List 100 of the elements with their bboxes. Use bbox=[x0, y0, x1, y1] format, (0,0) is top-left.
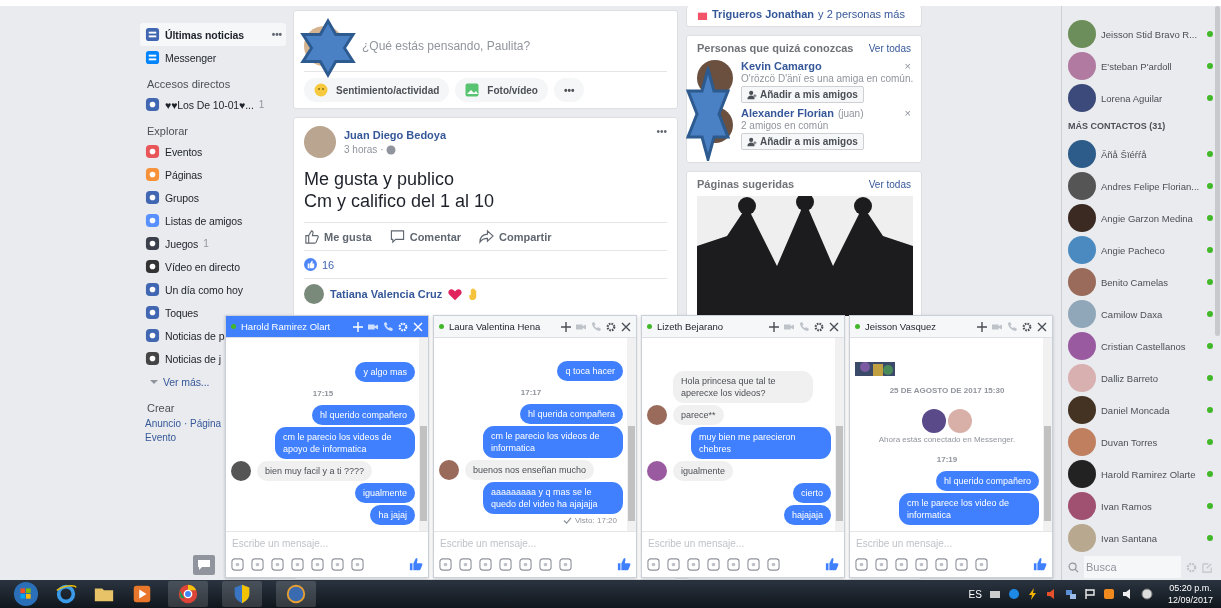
chat-title[interactable]: Harold Ramirez Olart bbox=[241, 321, 348, 332]
plus-icon[interactable] bbox=[353, 321, 363, 332]
phone-icon[interactable] bbox=[383, 321, 393, 332]
nav-item[interactable]: Páginas bbox=[140, 163, 207, 186]
chat-title[interactable]: Jeisson Vasquez bbox=[865, 321, 972, 332]
message-input[interactable]: Escribe un mensaje... bbox=[226, 531, 428, 554]
composer-button[interactable]: Foto/vídeo bbox=[455, 78, 548, 102]
close-icon[interactable] bbox=[621, 321, 631, 332]
browser-icon[interactable] bbox=[54, 583, 78, 605]
add-friend-button[interactable]: Añadir a mis amigos bbox=[741, 86, 864, 103]
shield-icon[interactable] bbox=[222, 581, 262, 607]
like-count[interactable]: 16 bbox=[322, 258, 335, 271]
start-button[interactable] bbox=[12, 580, 40, 608]
keyboard-icon[interactable] bbox=[988, 588, 1001, 600]
nav-item[interactable]: ♥♥Los De 10-01♥... 1 bbox=[140, 93, 269, 116]
others-link[interactable]: y 2 personas más bbox=[818, 8, 905, 20]
friend-link[interactable]: Trigueros Jonathan bbox=[712, 8, 815, 20]
thumbs-up-icon[interactable] bbox=[409, 557, 423, 571]
nav-item[interactable]: Toques bbox=[140, 301, 203, 324]
see-all-link[interactable]: Ver todas bbox=[868, 178, 911, 190]
scrollbar[interactable] bbox=[835, 338, 844, 531]
scrollbar[interactable] bbox=[419, 338, 428, 531]
post-action-button[interactable]: Compartir bbox=[479, 229, 552, 244]
message-input[interactable]: Escribe un mensaje... bbox=[850, 531, 1052, 554]
phone-icon[interactable] bbox=[799, 321, 809, 332]
app-icon[interactable] bbox=[276, 581, 316, 607]
nav-item[interactable]: Noticias de p bbox=[140, 324, 229, 347]
message-input[interactable]: Escribe un mensaje... bbox=[434, 531, 636, 554]
settings-icon[interactable] bbox=[814, 321, 824, 332]
nav-item[interactable]: Eventos bbox=[140, 140, 207, 163]
thumbs-up-icon[interactable] bbox=[825, 557, 839, 571]
contact-item[interactable]: Camilow Daxa bbox=[1068, 298, 1213, 330]
add-friend-button[interactable]: Añadir a mis amigos bbox=[741, 133, 864, 150]
globe-icon[interactable] bbox=[1007, 588, 1020, 600]
chat-title[interactable]: Laura Valentina Hena bbox=[449, 321, 556, 332]
contact-item[interactable]: Andres Felipe Florian... bbox=[1068, 170, 1213, 202]
contact-item[interactable]: Lorena Aguilar bbox=[1068, 82, 1213, 114]
contact-item[interactable]: Dalliz Barreto bbox=[1068, 362, 1213, 394]
plus-icon[interactable] bbox=[977, 321, 987, 332]
contact-item[interactable]: Daniel Moncada bbox=[1068, 394, 1213, 426]
contact-item[interactable]: Benito Camelas bbox=[1068, 266, 1213, 298]
chat-header[interactable]: Jeisson Vasquez bbox=[850, 316, 1052, 338]
contact-item[interactable]: Duvan Torres bbox=[1068, 426, 1213, 458]
lightning-icon[interactable] bbox=[1026, 588, 1039, 600]
contact-item[interactable]: Ivan Ramos bbox=[1068, 490, 1213, 522]
language-indicator[interactable]: ES bbox=[968, 588, 982, 600]
phone-icon[interactable] bbox=[1007, 321, 1017, 332]
contact-item[interactable]: Angie Pacheco bbox=[1068, 234, 1213, 266]
comment-author[interactable]: Tatiana Valencia Cruz bbox=[330, 288, 443, 300]
contact-item[interactable]: Harold Ramirez Olarte bbox=[1068, 458, 1213, 490]
post-action-button[interactable]: Comentar bbox=[389, 229, 462, 244]
clock[interactable]: 05:20 p.m. 12/09/2017 bbox=[1167, 582, 1213, 606]
nav-item[interactable]: Messenger bbox=[140, 46, 221, 69]
post-action-button[interactable]: Me gusta bbox=[304, 229, 372, 244]
create-link[interactable]: Anuncio · Página bbox=[140, 417, 222, 431]
chat-header[interactable]: Harold Ramirez Olart bbox=[226, 316, 428, 338]
see-more-link[interactable]: Ver más... bbox=[140, 370, 214, 393]
see-all-link[interactable]: Ver todas bbox=[868, 42, 911, 54]
person-name[interactable]: Alexander Florian bbox=[741, 107, 834, 119]
message-input[interactable]: Escribe un mensaje... bbox=[642, 531, 844, 554]
scrollbar[interactable] bbox=[627, 338, 636, 531]
nav-item[interactable]: Juegos 1 bbox=[140, 232, 213, 255]
nav-item[interactable]: Vídeo en directo bbox=[140, 255, 244, 278]
contact-item[interactable]: E'steban P'ardoll bbox=[1068, 50, 1213, 82]
globe-icon[interactable] bbox=[168, 581, 208, 607]
settings-icon[interactable] bbox=[1022, 321, 1032, 332]
nav-item[interactable]: Grupos bbox=[140, 186, 203, 209]
thumbs-up-icon[interactable] bbox=[617, 557, 631, 571]
chat-title[interactable]: Lizeth Bejarano bbox=[657, 321, 764, 332]
badge-icon[interactable] bbox=[1140, 588, 1153, 600]
shield-icon[interactable] bbox=[1102, 588, 1115, 600]
compose-icon[interactable] bbox=[1202, 561, 1213, 573]
composer-button[interactable]: ••• bbox=[553, 78, 585, 102]
network-icon[interactable] bbox=[1064, 588, 1077, 600]
settings-icon[interactable] bbox=[606, 321, 616, 332]
phone-icon[interactable] bbox=[591, 321, 601, 332]
chat-header[interactable]: Lizeth Bejarano bbox=[642, 316, 844, 338]
status-input[interactable]: ¿Qué estás pensando, Paulita? bbox=[360, 38, 667, 54]
contact-item[interactable]: Angie Garzon Medina bbox=[1068, 202, 1213, 234]
nav-item[interactable]: Un día como hoy bbox=[140, 278, 247, 301]
close-icon[interactable] bbox=[829, 321, 839, 332]
search-field[interactable]: Busca bbox=[1084, 556, 1181, 578]
person-name[interactable]: Kevin Camargo bbox=[741, 60, 822, 72]
chat-header[interactable]: Laura Valentina Hena bbox=[434, 316, 636, 338]
scrollbar[interactable] bbox=[1043, 338, 1052, 531]
plus-icon[interactable] bbox=[769, 321, 779, 332]
nav-item[interactable]: Listas de amigos bbox=[140, 209, 247, 232]
contact-item[interactable]: Jeisson Stid Bravo R... bbox=[1068, 18, 1213, 50]
nav-item[interactable]: Últimas noticias ••• bbox=[140, 23, 286, 46]
more-options[interactable]: ••• bbox=[656, 126, 667, 137]
close-icon[interactable] bbox=[1037, 321, 1047, 332]
plus-icon[interactable] bbox=[561, 321, 571, 332]
author-name[interactable]: Juan Diego Bedoya bbox=[344, 129, 447, 141]
composer-button[interactable]: Sentimiento/actividad bbox=[304, 78, 450, 102]
contact-item[interactable]: Ivan Santana bbox=[1068, 522, 1213, 554]
thumbs-up-icon[interactable] bbox=[1033, 557, 1047, 571]
nav-item[interactable]: Noticias de j bbox=[140, 347, 225, 370]
contact-item[interactable]: Cristian Castellanos bbox=[1068, 330, 1213, 362]
more-options[interactable]: ••• bbox=[271, 29, 282, 40]
contact-item[interactable]: Ãñå Šïéŕŕå bbox=[1068, 138, 1213, 170]
